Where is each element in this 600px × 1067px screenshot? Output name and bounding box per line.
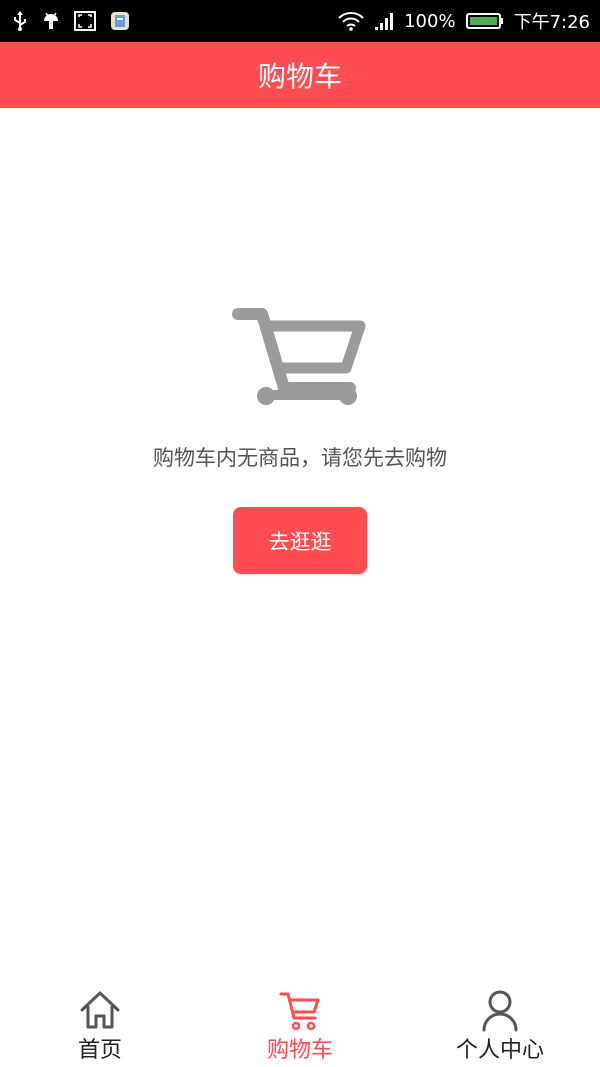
status-bar: 100% 下午7:26 xyxy=(0,0,600,42)
usb-icon xyxy=(12,11,28,31)
screenshot-icon xyxy=(74,11,96,31)
nav-label-profile: 个人中心 xyxy=(455,1038,544,1063)
android-debug-icon xyxy=(42,11,60,31)
status-left xyxy=(12,11,144,31)
empty-cart-state: 购物车内无商品，请您先去购物 去逛逛 xyxy=(0,108,600,978)
status-right: 100% 下午7:26 xyxy=(328,8,590,34)
home-icon xyxy=(80,991,120,1029)
go-shopping-button[interactable]: 去逛逛 xyxy=(233,507,367,574)
nav-label-cart: 购物车 xyxy=(266,1038,333,1063)
wifi-icon xyxy=(338,11,364,31)
empty-cart-message: 购物车内无商品，请您先去购物 xyxy=(153,446,447,470)
person-icon xyxy=(482,990,518,1032)
nav-label-home: 首页 xyxy=(77,1038,122,1063)
shopping-cart-icon xyxy=(232,308,366,405)
signal-icon xyxy=(374,11,394,31)
clock: 下午7:26 xyxy=(513,12,590,33)
screen: 100% 下午7:26 购物车 购物车内无商品，请您先去购物 去逛逛 首页 购物… xyxy=(0,0,600,1067)
nav-item-cart[interactable]: 购物车 xyxy=(200,978,400,1067)
nav-item-home[interactable]: 首页 xyxy=(0,978,200,1067)
bottom-nav: 首页 购物车 个人中心 xyxy=(0,978,600,1067)
cart-icon xyxy=(279,992,320,1031)
page-title: 购物车 xyxy=(257,60,342,93)
app-header: 购物车 xyxy=(0,42,600,108)
app-notification-icon xyxy=(110,11,130,31)
battery-percent: 100% xyxy=(404,10,456,32)
nav-item-profile[interactable]: 个人中心 xyxy=(400,978,600,1067)
battery-icon xyxy=(465,11,504,31)
